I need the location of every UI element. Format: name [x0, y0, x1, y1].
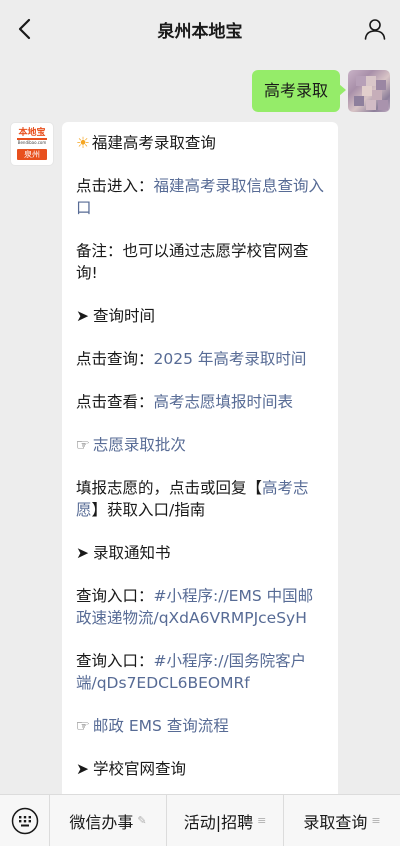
reply-paragraph: 填报志愿的，点击或回复【高考志愿】获取入口/指南	[76, 479, 309, 519]
batch-link[interactable]: 志愿录取批次	[93, 436, 186, 454]
user-message-row: 高考录取	[251, 70, 390, 112]
bottom-menu-bar: 微信办事 ✎ 活动|招聘 ≡ 录取查询 ≡	[0, 794, 400, 846]
menu-item-events-jobs[interactable]: 活动|招聘 ≡	[167, 794, 284, 846]
section-school-site: ➤ 学校官网查询	[76, 760, 187, 778]
gov-paragraph: 查询入口：#小程序://国务院客户端/qDs7EDCL6BEOMRf	[76, 652, 307, 692]
logo-url-text: Bendibao.com	[17, 140, 47, 145]
pointing-hand-icon: ☞	[76, 436, 90, 454]
menu-lines-icon: ≡	[257, 814, 267, 827]
profile-button[interactable]	[362, 16, 388, 42]
back-button[interactable]	[12, 17, 36, 41]
message-title: ☀ 福建高考录取查询	[76, 134, 216, 152]
user-avatar[interactable]	[348, 70, 390, 112]
ems-flow-link[interactable]: 邮政 EMS 查询流程	[93, 717, 229, 735]
menu-lines-icon: ≡	[371, 814, 381, 827]
chat-header: 泉州本地宝	[0, 0, 400, 58]
bot-avatar[interactable]: 本地宝 Bendibao.com 泉州	[10, 122, 54, 166]
arrow-icon: ➤	[76, 307, 89, 325]
section-query-time: ➤ 查询时间	[76, 307, 156, 325]
section-notice: ➤ 录取通知书	[76, 544, 171, 562]
keyboard-toggle-button[interactable]	[0, 794, 50, 846]
person-icon	[364, 19, 386, 40]
ems-flow-paragraph: ☞ 邮政 EMS 查询流程	[76, 715, 326, 737]
menu-item-admission-query[interactable]: 录取查询 ≡	[284, 795, 400, 846]
schedule-link[interactable]: 高考志愿填报时间表	[154, 393, 294, 411]
user-message-bubble[interactable]: 高考录取	[251, 70, 347, 112]
keyboard-icon	[11, 807, 38, 834]
bot-message-bubble: ☀ 福建高考录取查询 点击进入：福建高考录取信息查询入口 备注：也可以通过志愿学校…	[62, 122, 338, 794]
sun-icon: ☀	[76, 134, 90, 152]
pencil-icon: ✎	[137, 814, 147, 827]
admission-time-link[interactable]: 2025 年高考录取时间	[154, 350, 307, 368]
ems-paragraph: 查询入口：#小程序://EMS 中国邮政速递物流/qXdA6VRMPJceSyH	[76, 587, 314, 627]
chat-title: 泉州本地宝	[157, 21, 243, 42]
pointing-hand-icon: ☞	[76, 717, 90, 735]
logo-city-badge: 泉州	[17, 149, 47, 160]
note-paragraph: 备注：也可以通过志愿学校官网查询!	[76, 242, 309, 282]
arrow-icon: ➤	[76, 760, 89, 778]
schedule-paragraph: 点击查看：高考志愿填报时间表	[76, 393, 294, 411]
arrow-icon: ➤	[76, 544, 89, 562]
menu-item-wechat-services[interactable]: 微信办事 ✎	[50, 794, 167, 846]
bendibao-logo: 本地宝	[17, 128, 47, 140]
chevron-left-icon	[18, 18, 31, 40]
entry-paragraph: 点击进入：福建高考录取信息查询入口	[76, 177, 325, 217]
batch-paragraph: ☞ 志愿录取批次	[76, 434, 326, 456]
time-paragraph: 点击查询：2025 年高考录取时间	[76, 350, 307, 368]
